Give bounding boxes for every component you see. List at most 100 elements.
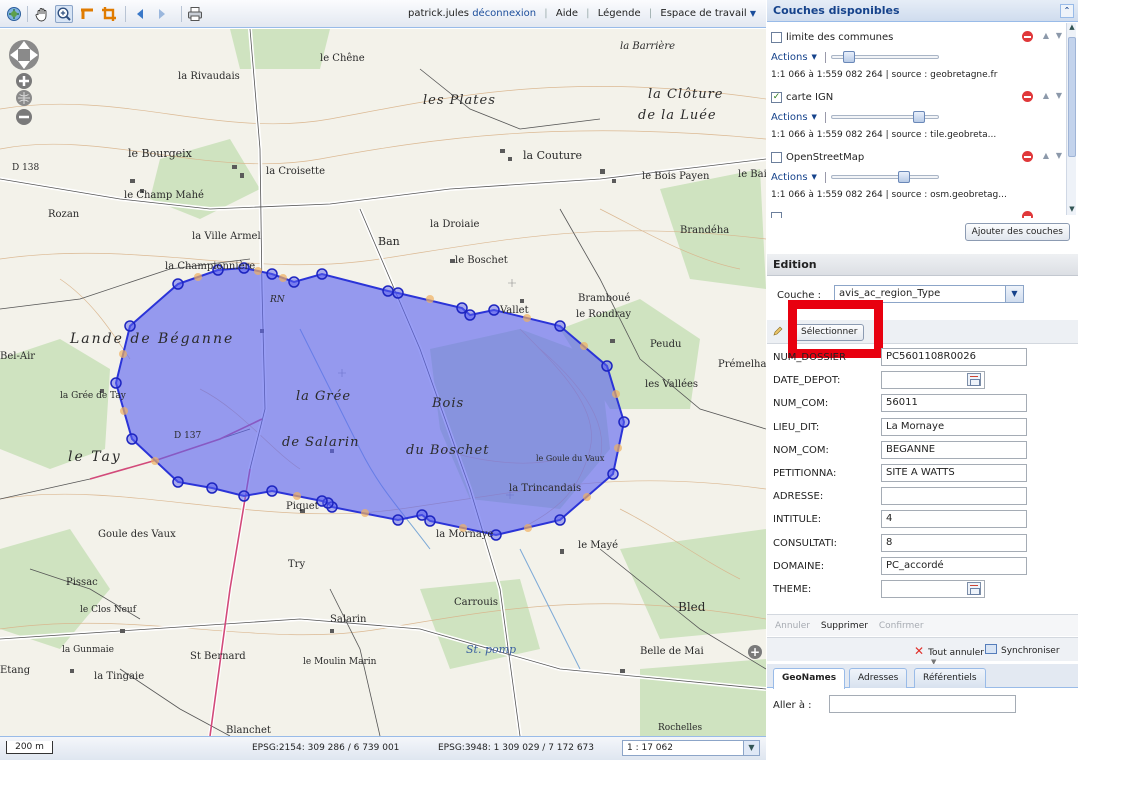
place-label: Peudu [650,339,682,350]
cancel-all-label: Tout annuler [928,648,984,658]
synchronize-button[interactable]: Synchroniser [985,644,1060,656]
search-tabs: GeoNames Adresses Référentiels [767,664,1078,689]
legend-link[interactable]: Légende [598,8,641,19]
edition-panel-title: Edition [773,258,817,271]
place-label: Belle de Mai [640,646,704,657]
text-field[interactable]: BEGANNE [881,440,1027,459]
logout-link[interactable]: déconnexion [472,8,536,19]
cancel-button[interactable]: Annuler [775,621,810,631]
place-label: de la Luée [638,108,717,123]
layer-actions-menu[interactable]: Actions [771,172,808,183]
tab-referentiels[interactable]: Référentiels [914,668,986,688]
history-forward-icon[interactable] [153,5,171,23]
field-label: NUM_DOSSIER [773,352,846,363]
scale-select[interactable]: 1 : 17 062 ▼ [622,740,760,756]
place-label: Rochelles [658,723,703,733]
text-field[interactable]: La Mornaye [881,417,1027,436]
measure-length-icon[interactable] [78,5,96,23]
layer-opacity-slider[interactable] [830,111,939,123]
layer-visibility-checkbox[interactable] [771,211,782,218]
layer-item: ✓ carte IGN ▲ ▼ Actions ▼ 1:1 066 à 1:55… [771,86,1063,146]
tab-geonames[interactable]: GeoNames [773,668,846,689]
place-label: la Gunmaie [62,645,114,655]
remove-layer-icon[interactable] [1022,31,1033,42]
collapse-icon[interactable]: ⌃ [1060,4,1074,18]
place-label: la Croisette [266,166,325,177]
map-view[interactable]: la Barrière le Chêne la Rivaudais les Pl… [0,29,766,736]
selected-parcel-polygon[interactable] [114,266,626,537]
place-label: Bled [678,600,706,614]
add-layers-button[interactable]: Ajouter des couches [964,223,1070,241]
form-row: NUM_DOSSIER PC5601108R0026 [773,347,1073,369]
move-up-icon[interactable]: ▲ [1043,91,1049,100]
measure-area-icon[interactable] [100,5,118,23]
place-label: le Rondray [576,309,632,320]
goto-input[interactable] [829,695,1016,713]
cancel-all-button[interactable]: ✕ Tout annuler [914,644,984,658]
place-label: D 138 [12,163,40,173]
layer-actions-menu[interactable]: Actions [771,112,808,123]
sync-icon [985,644,997,654]
scroll-down-icon[interactable]: ▼ [1067,205,1077,215]
text-field[interactable]: SITE A WATTS [881,464,1027,482]
text-field[interactable]: PC5601108R0026 [881,348,1027,366]
chevron-down-icon[interactable]: ▼ [812,173,817,181]
move-up-icon[interactable]: ▲ [1043,31,1049,40]
move-down-icon[interactable]: ▼ [1056,91,1062,100]
move-down-icon[interactable]: ▼ [1056,31,1062,40]
text-field[interactable] [881,487,1027,506]
place-label: le Goule du Vaux [536,454,605,463]
remove-layer-icon[interactable] [1022,91,1033,102]
chevron-down-icon[interactable]: ▼ [812,53,817,61]
place-label: St Bernard [190,651,246,662]
layer-visibility-checkbox[interactable] [771,31,782,43]
scroll-up-icon[interactable]: ▲ [1067,23,1077,33]
pan-zoom-control[interactable] [6,37,42,157]
remove-layer-icon[interactable] [1022,151,1033,162]
layer-item: OpenStreetMap ▲ ▼ Actions ▼ 1:1 066 à 1:… [771,146,1063,206]
help-link[interactable]: Aide [556,8,578,19]
scrollbar-thumb[interactable] [1068,37,1076,157]
layer-opacity-slider[interactable] [830,51,939,63]
workspace-menu[interactable]: Espace de travail [660,8,746,19]
layer-visibility-checkbox[interactable] [771,151,782,163]
chevron-down-icon[interactable]: ▼ [812,113,817,121]
delete-button[interactable]: Supprimer [821,621,868,631]
history-back-icon[interactable] [131,5,149,23]
layer-actions-menu[interactable]: Actions [771,52,808,63]
user-area: patrick.jules déconnexion | Aide | Légen… [407,8,756,19]
place-label: Lande de Béganne [70,331,235,347]
close-icon: ✕ [914,644,925,658]
text-field[interactable]: 8 [881,533,1027,552]
text-field[interactable]: 56011 [881,394,1027,413]
calendar-icon[interactable] [967,582,981,595]
print-icon[interactable] [186,5,204,23]
text-field[interactable]: PC_accordé [881,556,1027,575]
move-up-icon[interactable]: ▲ [1043,151,1049,160]
coordinates-epsg2154: EPSG:2154: 309 286 / 6 739 001 [252,743,400,753]
place-label: Prémelhan [718,359,766,370]
layer-opacity-slider[interactable] [830,171,939,183]
calendar-icon[interactable] [967,373,981,387]
text-field[interactable]: 4 [881,510,1027,529]
chevron-down-icon[interactable]: ▼ [743,741,759,755]
chevron-down-icon[interactable]: ▼ [1005,286,1023,302]
layer-info: 1:1 066 à 1:559 082 264 | source : geobr… [771,70,998,80]
remove-layer-icon[interactable] [1022,211,1033,218]
place-label: du Boschet [406,443,490,458]
move-down-icon[interactable]: ▼ [1056,151,1062,160]
expand-overview-button[interactable]: + [748,645,762,659]
pan-hand-icon[interactable] [33,5,51,23]
confirm-button[interactable]: Confirmer [879,621,924,631]
edition-panel-header: Edition [767,254,1078,276]
zoom-in-box-icon[interactable] [55,5,73,23]
layer-list-scrollbar[interactable]: ▲ ▼ [1066,23,1076,215]
chevron-down-icon[interactable]: ▼ [750,9,756,18]
layer-info: 1:1 066 à 1:559 082 264 | source : osm.g… [771,190,1007,200]
zoom-extent-icon[interactable] [5,5,23,23]
tab-adresses[interactable]: Adresses [849,668,908,688]
form-row: NOM_COM: BEGANNE [773,440,1073,462]
place-label: Carrouis [454,597,498,608]
place-label: Rozan [48,209,80,220]
layer-visibility-checkbox[interactable]: ✓ [771,91,782,103]
